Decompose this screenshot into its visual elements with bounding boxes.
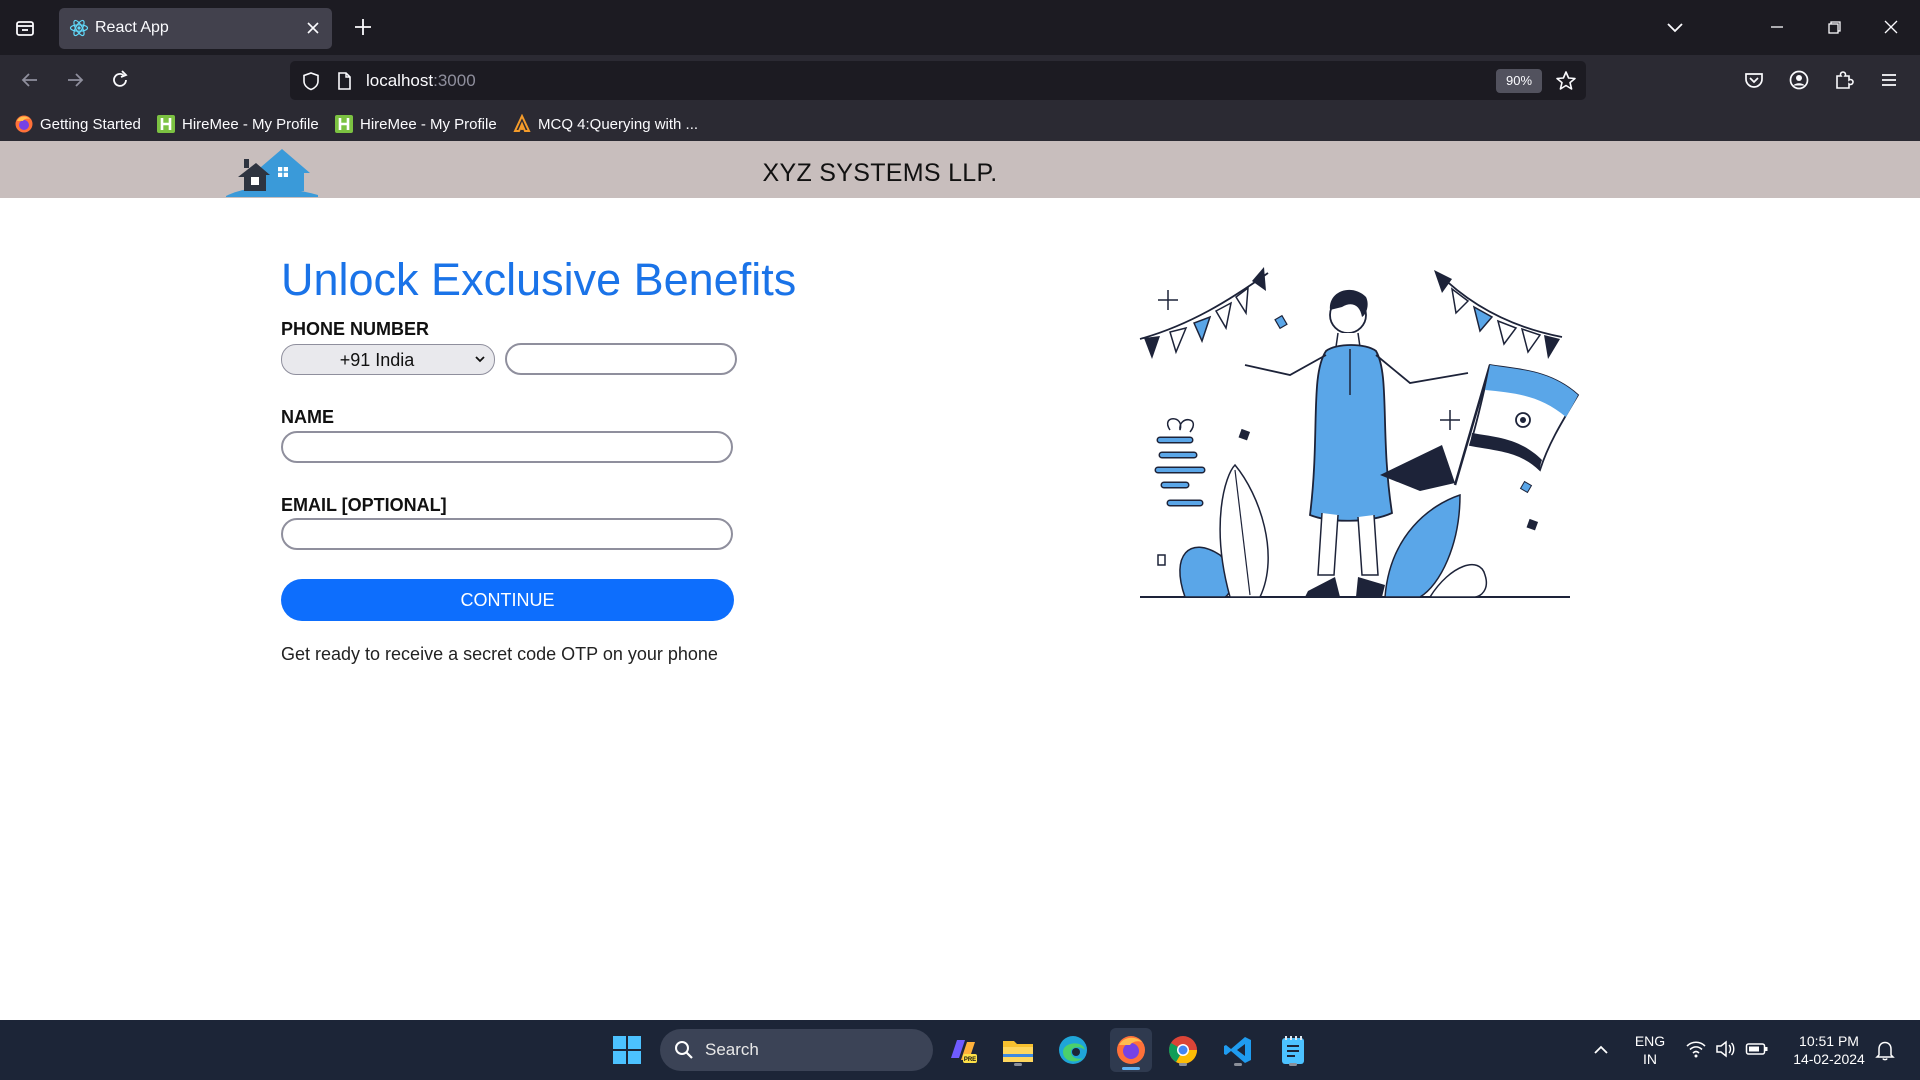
- close-tab-icon[interactable]: [304, 19, 322, 37]
- pocket-icon[interactable]: [1741, 67, 1767, 93]
- country-code-select[interactable]: +91 India: [281, 344, 495, 375]
- firefox-taskbar-icon[interactable]: [1110, 1028, 1152, 1072]
- page-headline: Unlock Exclusive Benefits: [281, 254, 797, 305]
- search-icon: [675, 1041, 693, 1059]
- chevron-down-icon: [475, 356, 485, 363]
- edge-icon[interactable]: [1055, 1032, 1091, 1068]
- account-icon[interactable]: [1786, 67, 1812, 93]
- celebration-illustration: [1139, 267, 1580, 598]
- windows-start-icon[interactable]: [609, 1032, 645, 1068]
- country-code-value: +91 India: [339, 350, 415, 370]
- clock[interactable]: 10:51 PM 14-02-2024: [1782, 1032, 1876, 1068]
- extensions-icon[interactable]: [1831, 67, 1857, 93]
- language-indicator[interactable]: ENG IN: [1628, 1032, 1672, 1068]
- phone-number-label: PHONE NUMBER: [281, 319, 430, 339]
- continue-button[interactable]: CONTINUE: [281, 579, 734, 621]
- mcq-site-icon: [513, 114, 531, 132]
- email-label: EMAIL [OPTIONAL]: [281, 495, 447, 515]
- browser-tab-bar: React App: [0, 0, 1920, 55]
- bookmark-getting-started[interactable]: Getting Started: [14, 113, 141, 135]
- list-all-tabs-icon[interactable]: [1662, 14, 1688, 40]
- hiremee-icon: [335, 115, 353, 133]
- browser-navigation-bar: localhost:3000 90%: [0, 55, 1920, 105]
- new-tab-icon[interactable]: [350, 14, 376, 40]
- url-text[interactable]: localhost:3000: [366, 71, 476, 91]
- bookmark-mcq[interactable]: MCQ 4:Querying with ...: [512, 113, 698, 135]
- notification-bell-icon[interactable]: [1875, 1039, 1895, 1061]
- minimize-icon[interactable]: [1764, 14, 1790, 40]
- forward-icon[interactable]: [62, 67, 88, 93]
- close-window-icon[interactable]: [1878, 14, 1904, 40]
- reload-icon[interactable]: [107, 67, 133, 93]
- bookmarks-toolbar: Getting Started HireMee - My Profile Hir…: [0, 105, 1920, 141]
- wifi-icon[interactable]: [1685, 1039, 1707, 1059]
- browser-tab-active[interactable]: React App: [59, 8, 332, 49]
- bookmark-star-icon[interactable]: [1554, 69, 1578, 93]
- site-header: XYZ SYSTEMS LLP.: [0, 141, 1920, 198]
- page-icon[interactable]: [334, 70, 354, 92]
- bookmark-hiremee-2[interactable]: HireMee - My Profile: [334, 113, 497, 135]
- vscode-icon[interactable]: [1220, 1032, 1256, 1068]
- phone-number-input[interactable]: [505, 343, 737, 375]
- otp-helper-text: Get ready to receive a secret code OTP o…: [281, 644, 718, 664]
- back-icon[interactable]: [17, 67, 43, 93]
- zoom-level-badge[interactable]: 90%: [1496, 69, 1542, 93]
- name-label: NAME: [281, 407, 334, 427]
- windows-taskbar: Search PRE ENG IN 10:51 PM 14-02-2024: [0, 1020, 1920, 1080]
- bookmark-hiremee-1[interactable]: HireMee - My Profile: [156, 113, 319, 135]
- notepad-icon[interactable]: [1275, 1032, 1311, 1068]
- tab-list-icon[interactable]: [12, 15, 38, 41]
- shield-icon[interactable]: [300, 70, 322, 92]
- chevron-up-icon[interactable]: [1592, 1042, 1610, 1058]
- menu-icon[interactable]: [1876, 67, 1902, 93]
- taskbar-search[interactable]: Search: [660, 1029, 933, 1071]
- email-input[interactable]: [281, 518, 733, 550]
- site-title: XYZ SYSTEMS LLP.: [762, 159, 998, 187]
- restore-icon[interactable]: [1821, 14, 1847, 40]
- file-explorer-icon[interactable]: [1000, 1032, 1036, 1068]
- chrome-icon[interactable]: [1165, 1032, 1201, 1068]
- firefox-icon: [15, 115, 33, 133]
- hiremee-icon: [157, 115, 175, 133]
- react-icon: [69, 19, 89, 37]
- copilot-preview-icon[interactable]: PRE: [945, 1032, 981, 1068]
- battery-icon[interactable]: [1745, 1040, 1769, 1058]
- tab-title: React App: [95, 19, 169, 36]
- volume-icon[interactable]: [1714, 1039, 1736, 1059]
- address-bar[interactable]: localhost:3000 90%: [290, 61, 1586, 100]
- svg-text:PRE: PRE: [964, 1057, 976, 1063]
- name-input[interactable]: [281, 431, 733, 463]
